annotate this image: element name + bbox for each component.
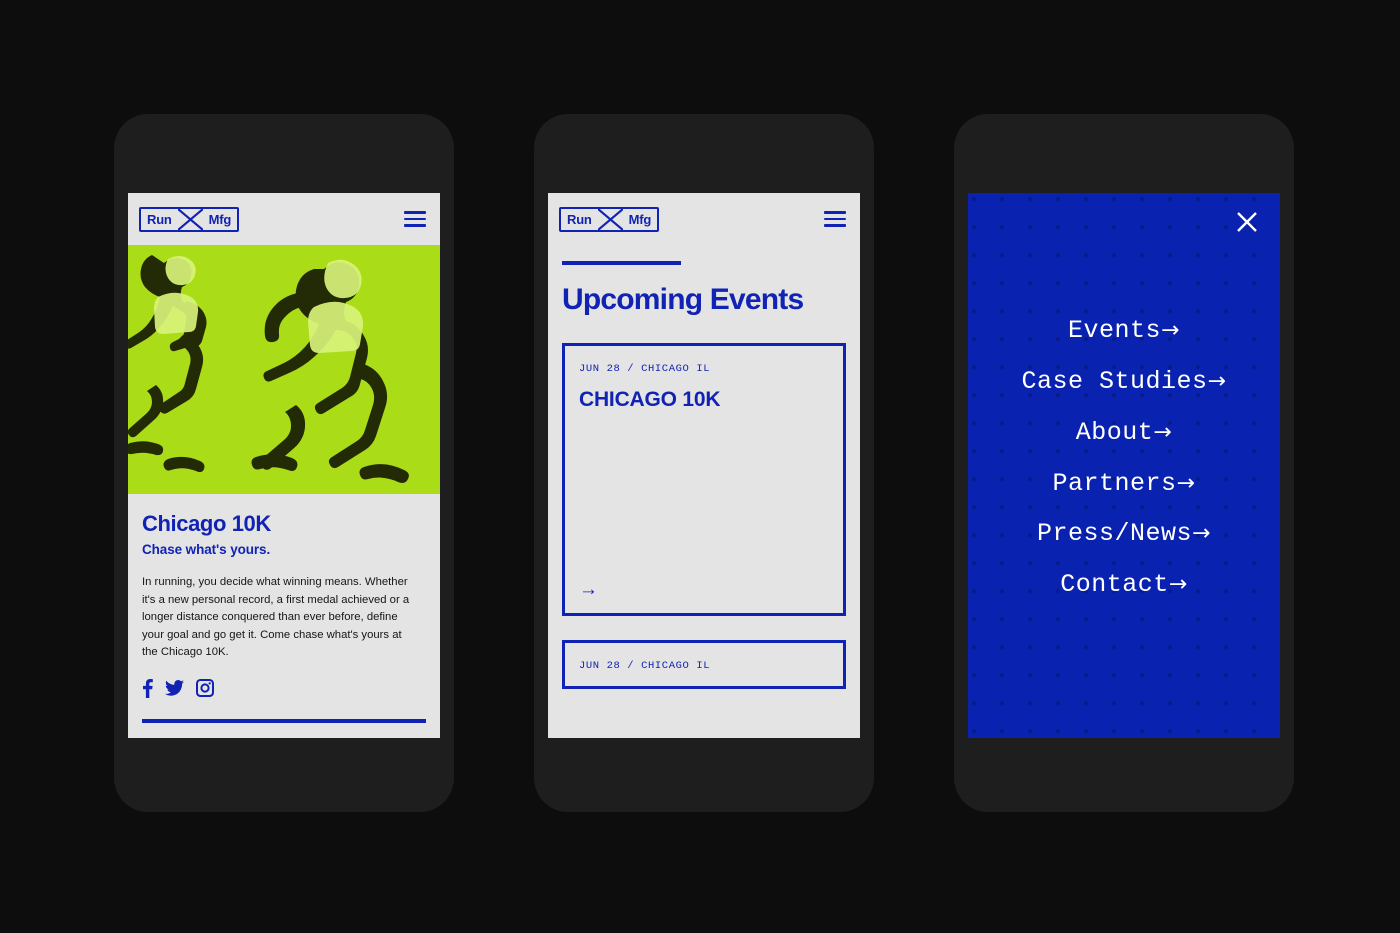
menu-item-label: Contact [1060, 570, 1169, 599]
hamburger-icon[interactable] [824, 211, 846, 227]
page-title: Upcoming Events [562, 283, 804, 316]
instagram-icon[interactable] [196, 679, 214, 698]
logo-word-right: Mfg [208, 211, 232, 227]
hamburger-line [404, 217, 426, 221]
event-card[interactable]: JUN 28 / CHICAGO IL CHICAGO 10K → [562, 343, 846, 617]
phone1-topbar: Run Mfg [128, 193, 440, 245]
menu-item-label: Case Studies [1021, 367, 1208, 396]
logo-x-mark [177, 208, 203, 230]
logo-word-left: Run [567, 211, 592, 227]
menu-item-about[interactable]: About→ [1076, 410, 1172, 457]
screenshot-stage: Run Mfg Chicago 10K Chase what's yours. … [0, 0, 1400, 933]
menu-item-press-news[interactable]: Press/News→ [1037, 511, 1211, 558]
hero-image-runners [128, 245, 440, 494]
arrow-right-icon: → [1161, 318, 1180, 344]
menu-item-events[interactable]: Events→ [1068, 308, 1180, 355]
hamburger-line [824, 211, 846, 214]
menu-item-label: Partners [1052, 468, 1177, 498]
logo-word-right: Mfg [628, 211, 652, 227]
hamburger-icon[interactable] [404, 211, 426, 227]
menu-item-label: About [1075, 417, 1154, 447]
hamburger-line [824, 224, 846, 227]
event-meta: JUN 28 / CHICAGO IL [579, 363, 711, 376]
fullscreen-menu-overlay: Events→ Case Studies→ About→ Partners→ P… [968, 193, 1280, 738]
menu-item-partners[interactable]: Partners→ [1053, 461, 1196, 508]
hamburger-line [824, 217, 846, 221]
twitter-icon[interactable] [165, 680, 184, 696]
hamburger-line [404, 211, 426, 214]
article-paragraph: In running, you decide what winning mean… [142, 576, 410, 659]
phone-mockup-article: Run Mfg Chicago 10K Chase what's yours. … [114, 114, 454, 812]
article-title: Chicago 10K [142, 511, 271, 536]
article-subtitle: Chase what's yours. [142, 542, 271, 558]
facebook-icon[interactable] [142, 678, 153, 698]
menu-item-case-studies[interactable]: Case Studies→ [1022, 359, 1227, 406]
social-links [142, 678, 426, 698]
article-bottom-rule [142, 718, 426, 723]
arrow-right-icon: → [1153, 419, 1173, 445]
menu-nav-list: Events→ Case Studies→ About→ Partners→ P… [968, 308, 1280, 623]
phone-mockup-menu: Events→ Case Studies→ About→ Partners→ P… [954, 114, 1294, 812]
arrow-right-icon: → [1168, 572, 1188, 597]
logo-run-mfg[interactable]: Run Mfg [139, 206, 240, 232]
arrow-right-icon: → [1192, 521, 1211, 547]
close-icon[interactable] [1236, 211, 1258, 233]
article-body-section: Chicago 10K Chase what's yours. In runni… [128, 494, 440, 723]
event-name: CHICAGO 10K [579, 388, 721, 412]
logo-run-mfg[interactable]: Run Mfg [559, 206, 660, 232]
phone3-screen: Events→ Case Studies→ About→ Partners→ P… [968, 193, 1280, 738]
menu-item-label: Press/News [1037, 519, 1193, 549]
menu-item-contact[interactable]: Contact→ [1060, 562, 1187, 609]
event-arrow-icon[interactable]: → [579, 580, 829, 599]
phone2-screen: Run Mfg Upcoming Events JUN 28 / CHICAGO… [548, 193, 860, 738]
phone-mockup-events: Run Mfg Upcoming Events JUN 28 / CHICAGO… [534, 114, 874, 812]
arrow-right-icon: → [1176, 470, 1196, 496]
arrow-right-icon: → [1207, 369, 1227, 394]
section-rule [562, 261, 681, 265]
events-page: Upcoming Events JUN 28 / CHICAGO IL CHIC… [548, 261, 860, 738]
phone2-topbar: Run Mfg [548, 193, 860, 245]
logo-word-left: Run [147, 211, 172, 227]
logo-x-mark [597, 208, 623, 230]
phone1-screen: Run Mfg Chicago 10K Chase what's yours. … [128, 193, 440, 738]
event-card[interactable]: JUN 28 / CHICAGO IL [562, 640, 846, 690]
hamburger-line [404, 224, 426, 227]
menu-item-label: Events [1068, 316, 1162, 346]
event-meta: JUN 28 / CHICAGO IL [579, 660, 711, 673]
